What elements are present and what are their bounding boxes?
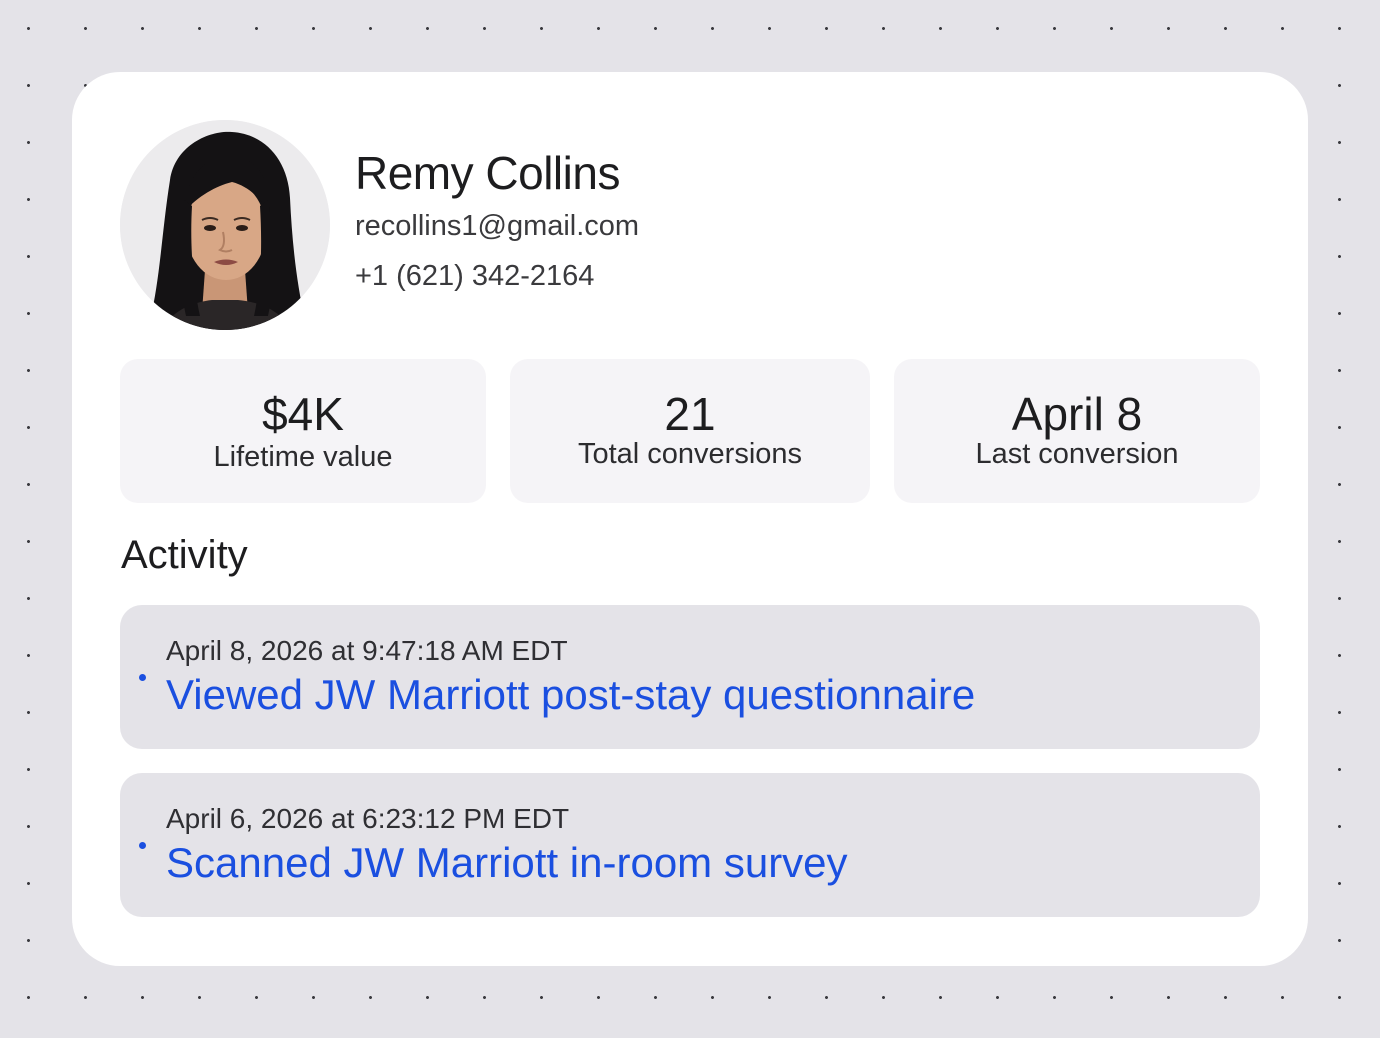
- activity-item[interactable]: April 8, 2026 at 9:47:18 AM EDT Viewed J…: [120, 605, 1260, 749]
- bullet-dot-icon: [139, 674, 146, 681]
- activity-item[interactable]: April 6, 2026 at 6:23:12 PM EDT Scanned …: [120, 773, 1260, 917]
- contact-details: Remy Collins recollins1@gmail.com +1 (62…: [355, 145, 639, 301]
- profile-header: Remy Collins recollins1@gmail.com +1 (62…: [120, 120, 639, 330]
- stat-label: Last conversion: [975, 438, 1179, 470]
- stat-label: Total conversions: [577, 438, 803, 470]
- stat-last-conversion: April 8 Last conversion: [894, 359, 1260, 503]
- stat-total-conversions: 21 Total conversions: [510, 359, 870, 503]
- activity-item-text: April 8, 2026 at 9:47:18 AM EDT Viewed J…: [166, 633, 975, 721]
- activity-item-text: April 6, 2026 at 6:23:12 PM EDT Scanned …: [166, 801, 848, 889]
- activity-action-link[interactable]: Scanned JW Marriott in-room survey: [166, 837, 848, 889]
- stat-value: 21: [664, 388, 716, 440]
- activity-heading: Activity: [121, 533, 248, 577]
- customer-name: Remy Collins: [355, 147, 620, 199]
- stat-value: April 8: [1011, 388, 1143, 440]
- customer-email[interactable]: recollins1@gmail.com: [355, 201, 639, 251]
- customer-phone[interactable]: +1 (621) 342-2164: [355, 251, 639, 301]
- bullet-dot-icon: [139, 842, 146, 849]
- activity-timestamp: April 6, 2026 at 6:23:12 PM EDT: [166, 803, 570, 834]
- avatar-portrait-image: [120, 120, 330, 330]
- stat-label: Lifetime value: [213, 441, 393, 473]
- customer-profile-card: Remy Collins recollins1@gmail.com +1 (62…: [72, 72, 1308, 966]
- activity-timestamp: April 8, 2026 at 9:47:18 AM EDT: [166, 635, 568, 666]
- stats-row: $4K Lifetime value 21 Total conversions …: [120, 359, 1260, 503]
- avatar: [120, 120, 330, 330]
- stat-value: $4K: [262, 388, 344, 440]
- activity-action-link[interactable]: Viewed JW Marriott post-stay questionnai…: [166, 669, 975, 721]
- stat-lifetime-value: $4K Lifetime value: [120, 359, 486, 503]
